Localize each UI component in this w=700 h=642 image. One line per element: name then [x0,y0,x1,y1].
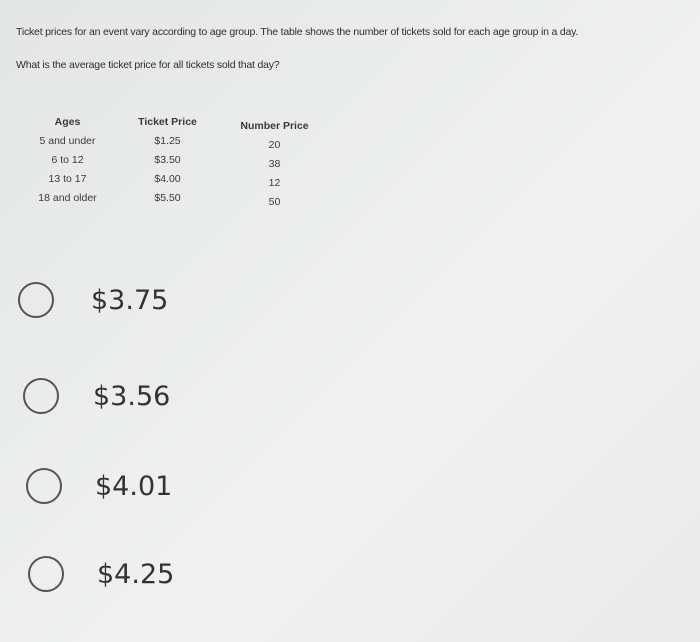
question-line-2: What is the average ticket price for all… [16,59,280,71]
answer-option[interactable]: $4.01 [0,466,240,506]
column-header-number: Number Price [240,120,309,132]
table-cell-price: $1.25 [154,135,181,147]
column-number: Number Price 20 38 12 50 [232,120,317,212]
table-cell-number: 50 [268,196,281,208]
option-label[interactable]: $3.75 [91,285,168,316]
table-cell-price: $3.50 [154,154,181,166]
column-ticket-price: Ticket Price $1.25 $3.50 $4.00 $5.50 [130,116,205,208]
radio-button[interactable] [28,556,64,592]
table-cell-age: 5 and under [39,135,96,147]
table-cell-age: 6 to 12 [51,154,84,166]
option-label[interactable]: $4.01 [95,471,172,502]
answer-option[interactable]: $3.56 [0,376,240,416]
column-header-ticket-price: Ticket Price [138,116,197,128]
column-header-ages: Ages [54,116,81,128]
radio-button[interactable] [23,378,59,414]
table-cell-number: 38 [268,158,281,170]
table-cell-number: 12 [268,177,281,189]
table-cell-number: 20 [268,139,281,151]
question-text: Ticket prices for an event vary accordin… [16,26,696,92]
radio-button[interactable] [26,468,62,504]
question-line-1: Ticket prices for an event vary accordin… [16,26,579,38]
column-ages: Ages 5 and under 6 to 12 13 to 17 18 and… [30,116,105,208]
option-label[interactable]: $3.56 [93,381,170,412]
answer-option[interactable]: $3.75 [0,280,240,320]
table-cell-price: $4.00 [154,173,181,185]
option-label[interactable]: $4.25 [97,559,174,590]
table-cell-age: 18 and older [38,192,97,204]
answer-option[interactable]: $4.25 [0,554,240,594]
radio-button[interactable] [18,282,54,318]
table-cell-age: 13 to 17 [48,173,87,185]
table-cell-price: $5.50 [154,192,181,204]
